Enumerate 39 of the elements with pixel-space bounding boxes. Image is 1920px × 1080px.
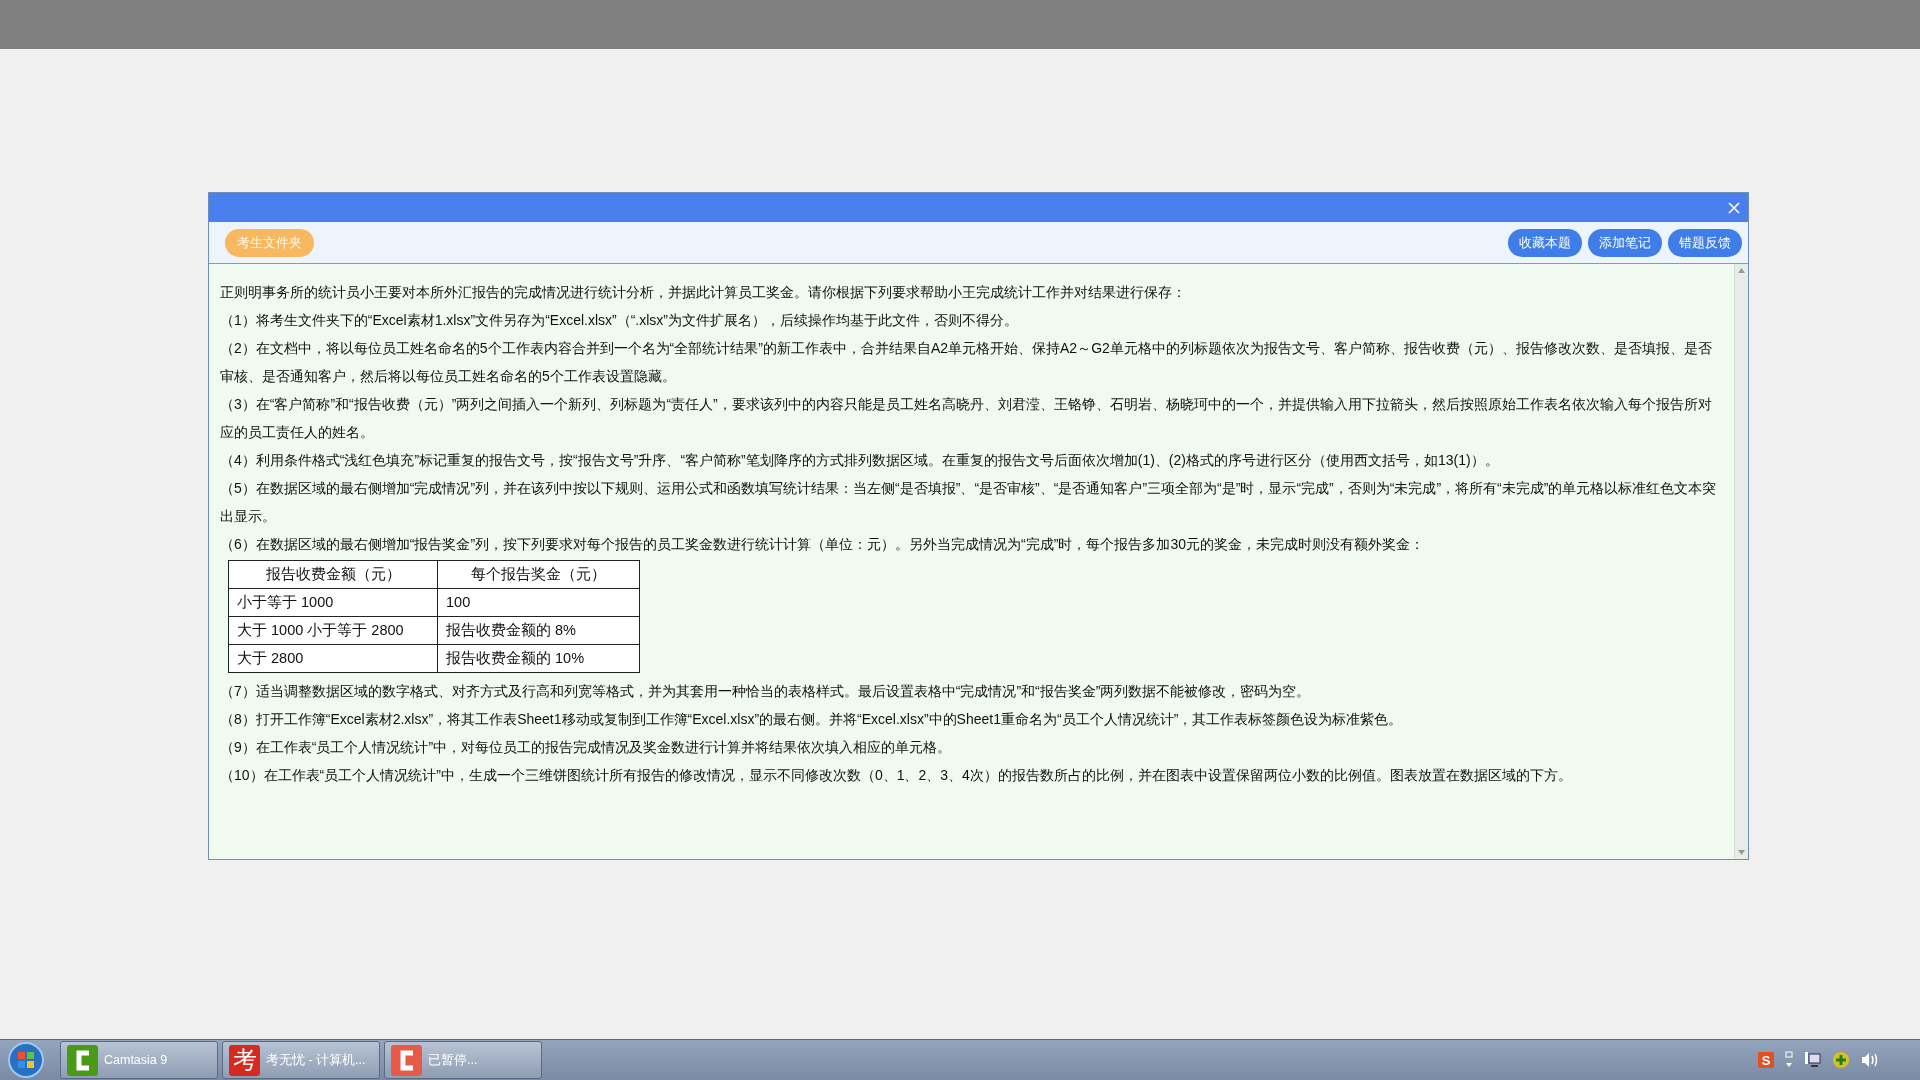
network-icon[interactable] xyxy=(1804,1051,1822,1069)
table-cell: 报告收费金额的 8% xyxy=(437,616,640,645)
requirement-text: （7）适当调整数据区域的数字格式、对齐方式及行高和列宽等格式，并为其套用一种恰当的表格样式。最后设置表格中“完成情况”和“报告奖金”两列数据不能被修改，密码为空。 xyxy=(220,682,1312,701)
requirement-text: （8）打开工作簿“Excel素材2.xlsx”，将其工作表Sheet1移动或复制到工作簿“Excel.xlsx”的最右侧。并将“Excel.xlsx”中的Sheet1重命名为“员工个人情况统计”，其工作表标签颜色设为标准紫色。 xyxy=(220,710,1404,729)
requirement-text: （5）在数据区域的最右侧增加“完成情况”列，并在该列中按以下规则、运用公式和函数填写统计结果：当左侧“是否填报”、“是否审核”、“是否通知客户”三项全部为“是”时，显示“完成”，否则为“未完成”，将所有“未完成”的单元格以标准红色文本突出显示。 xyxy=(220,479,1718,526)
table-cell: 报告收费金额的 10% xyxy=(437,644,640,673)
start-button[interactable] xyxy=(6,1040,46,1080)
taskbar-button[interactable]: 已暂停... xyxy=(384,1041,542,1079)
requirement-text: （1）将考生文件夹下的“Excel素材1.xlsx”文件另存为“Excel.xlsx”（“.xlsx”为文件扩展名），后续操作均基于此文件，否则不得分。 xyxy=(220,311,1019,330)
requirement-text: （10）在工作表“员工个人情况统计”中，生成一个三维饼图统计所有报告的修改情况，显示不同修改次数（0、1、2、3、4次）的报告数所占的比例，并在图表中设置保留两位小数的比例值。图表放置在数据区域的下方。 xyxy=(220,766,1573,785)
toolbar-button[interactable]: 添加笔记 xyxy=(1588,228,1662,257)
taskbar-label: 已暂停... xyxy=(428,1051,478,1069)
app-logo-icon: 考 xyxy=(229,1044,260,1076)
table-cell: 小于等于 1000 xyxy=(228,588,438,617)
volume-icon[interactable] xyxy=(1860,1051,1880,1069)
requirement-text: （9）在工作表“员工个人情况统计”中，对每位员工的报告完成情况及奖金数进行计算并将结果依次填入相应的单元格。 xyxy=(220,738,953,757)
header-cell: 报告收费金额（元） xyxy=(228,560,438,589)
taskbar-label: Camtasia 9 xyxy=(104,1053,168,1067)
scroll-down-icon[interactable] xyxy=(1738,850,1745,855)
taskbar-label: 考无忧 - 计算机... xyxy=(266,1051,366,1069)
security-icon[interactable] xyxy=(1832,1051,1850,1069)
requirement-text: （2）在文档中，将以每位员工姓名命名的5个工作表内容合并到一个名为“全部统计结果”的新工作表中，合并结果自A2单元格开始、保持A2～G2单元格中的列标题依次为报告文号、客户简称、报告收费（元）、报告修改次数、是否填报、是否审核、是否通知客户，然后将以每位员工姓名命名的5个工作表设置隐藏。 xyxy=(220,339,1713,386)
table-cell: 大于 2800 xyxy=(228,644,438,673)
toolbar-button[interactable]: 错题反馈 xyxy=(1668,228,1742,257)
intro-text: 正则明事务所的统计员小王要对本所外汇报告的完成情况进行统计分析，并据此计算员工奖金。请你根据下列要求帮助小王完成统计工作并对结果进行保存： xyxy=(220,283,1187,302)
taskbar-button[interactable]: 考 考无忧 - 计算机... xyxy=(222,1041,380,1079)
header-cell: 每个报告奖金（元） xyxy=(437,560,640,589)
taskbar-button[interactable]: Camtasia 9 xyxy=(60,1041,218,1079)
close-icon[interactable] xyxy=(1728,201,1740,214)
app-logo-icon xyxy=(67,1044,98,1076)
table-cell: 100 xyxy=(437,588,640,617)
requirement-text: （6）在数据区域的最右侧增加“报告奖金”列，按下列要求对每个报告的员工奖金数进行统计计算（单位：元）。另外当完成情况为“完成”时，每个报告多加30元的奖金，未完成时则没有额外奖金： xyxy=(220,535,1425,554)
scroll-up-icon[interactable] xyxy=(1738,268,1745,273)
requirement-text: （3）在“客户简称”和“报告收费（元）”两列之间插入一个新列、列标题为“责任人”，要求该列中的内容只能是员工姓名高晓丹、刘君滢、王铬铮、石明岩、杨晓珂中的一个，并提供输入用下拉箭头，然后按照原始工作表名依次输入每个报告所对应的员工责任人的姓名。 xyxy=(220,395,1713,442)
toolbar-button[interactable]: 收藏本题 xyxy=(1508,228,1582,257)
requirement-text: （4）利用条件格式“浅红色填充”标记重复的报告文号，按“报告文号”升序、“客户简称”笔划降序的方式排列数据区域。在重复的报告文号后面依次增加(1)、(2)格式的序号进行区分（使用西文括号，如13(1)）。 xyxy=(220,451,1500,470)
app-logo-icon xyxy=(391,1044,422,1076)
table-cell: 大于 1000 小于等于 2800 xyxy=(228,616,438,645)
input-method-icon[interactable]: S xyxy=(1758,1052,1774,1068)
